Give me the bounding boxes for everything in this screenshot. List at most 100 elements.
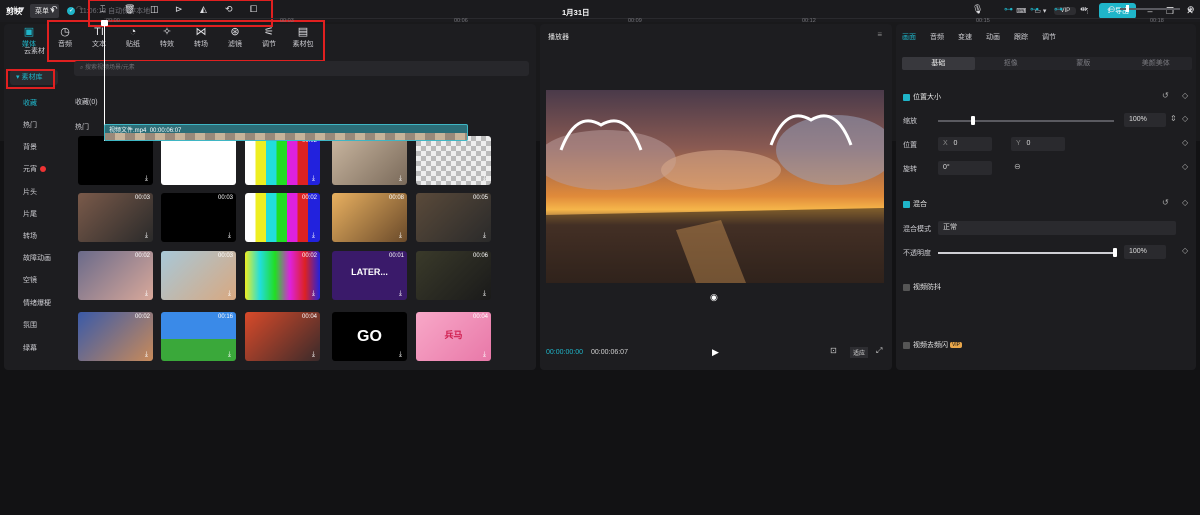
keyframe-icon[interactable]: ◇ [1182,198,1188,207]
download-icon[interactable]: ⤓ [312,290,315,298]
media-thumbnail[interactable]: 00:03 ⤓ [161,251,236,300]
sidebar-item-glitch[interactable]: 故障动画 [4,253,64,263]
keyframe-icon[interactable]: ◇ [1182,246,1188,255]
sidebar-item-empty-shot[interactable]: 空镜 [4,275,64,285]
media-thumbnail[interactable]: 00:02 ⤓ [245,193,320,242]
subtab-cutout[interactable]: 抠像 [975,57,1048,70]
zoom-in-icon[interactable]: ⊕ [1187,4,1195,15]
y-input[interactable]: Y 0 [1011,137,1065,151]
download-icon[interactable]: ⤓ [228,175,231,183]
search-input[interactable]: ⌕ 搜索视频场景/元素 [74,61,529,76]
time-ruler[interactable]: 00:00 00:03 00:06 00:09 00:12 00:15 00:18 [104,18,1200,28]
zoom-slider[interactable] [1120,8,1180,10]
fit-icon[interactable]: ⊡ [830,346,837,355]
select-cursor-icon[interactable]: ⮰ ▾ [10,4,24,15]
keyframe-icon[interactable]: ◇ [1182,114,1188,123]
media-thumbnail[interactable]: ⤓ [416,136,491,185]
download-icon[interactable]: ⤓ [483,290,486,298]
scale-value[interactable]: 100% [1124,113,1166,127]
zoom-out-icon[interactable]: ⊖ [1108,4,1116,15]
stepper-icon[interactable]: ⇕ [1170,114,1177,123]
keyframe-icon[interactable]: ◇ [1182,162,1188,171]
tab-adjust-props[interactable]: 调节 [1042,32,1056,42]
download-icon[interactable]: ⤓ [145,290,148,298]
blend-section[interactable]: 混合 [903,199,927,209]
link-audio-icon[interactable]: ⊶ [1030,4,1039,15]
ratio-button[interactable]: 适应 [850,347,869,358]
stabilize-section[interactable]: 视频防抖 [903,282,941,292]
media-thumbnail[interactable]: 00:03 ⤓ [78,193,153,242]
scale-knob[interactable] [971,116,975,125]
preview-axis-icon[interactable]: ⇹ [1080,4,1088,15]
tab-tracking[interactable]: 跟踪 [1014,32,1028,42]
media-thumbnail[interactable]: 00:06 ⤓ [416,251,491,300]
sidebar-item-favorites[interactable]: 收藏 [4,98,64,108]
download-icon[interactable]: ⤓ [483,232,486,240]
download-icon[interactable]: ⤓ [145,351,148,359]
media-thumbnail[interactable]: ⤓ [161,136,236,185]
position-size-section[interactable]: 位置大小 [903,92,941,102]
media-thumbnail[interactable]: 00:01 LATER... ⤓ [332,251,407,300]
media-thumbnail[interactable]: 00:02 ⤓ [245,251,320,300]
media-thumbnail[interactable]: 00:04 ⤓ [245,312,320,361]
download-icon[interactable]: ⤓ [312,351,315,359]
media-thumbnail[interactable]: GO ⤓ [332,312,407,361]
media-thumbnail[interactable]: 00:02 ⤓ [78,251,153,300]
download-icon[interactable]: ⤓ [228,232,231,240]
playhead-handle[interactable] [101,20,108,26]
subtab-mask[interactable]: 蒙版 [1047,57,1120,70]
download-icon[interactable]: ⤓ [483,175,486,183]
tab-animation[interactable]: 动画 [986,32,1000,42]
media-thumbnail[interactable]: 00:03 ⤓ [161,193,236,242]
sidebar-item-lantern[interactable]: 元宵 [4,164,64,174]
snap-icon[interactable]: ⊶ [1054,4,1063,15]
tab-picture[interactable]: 画面 [902,32,916,42]
download-icon[interactable]: ⤓ [228,351,231,359]
sidebar-item-background[interactable]: 背景 [4,142,64,152]
zoom-knob[interactable] [1126,5,1129,12]
menu-icon[interactable]: ≡ [877,30,882,39]
sidebar-item-hot[interactable]: 热门 [4,120,64,130]
subtab-basic[interactable]: 基础 [902,57,975,70]
microphone-icon[interactable]: 🎙 [972,4,983,15]
sidebar-item-greenscreen[interactable]: 绿幕 [4,343,64,353]
link-main-icon[interactable]: ⊶ [1004,4,1013,15]
play-button[interactable]: ▶ [712,347,719,358]
opacity-knob[interactable] [1113,248,1117,257]
download-icon[interactable]: ⤓ [312,175,315,183]
download-icon[interactable]: ⤓ [145,175,148,183]
sidebar-item-ambience[interactable]: 氛围 [4,320,64,330]
download-icon[interactable]: ⤓ [483,351,486,359]
sidebar-item-meme[interactable]: 情绪爆梗 [4,298,64,308]
download-icon[interactable]: ⤓ [145,232,148,240]
media-thumbnail[interactable]: 00:05 ⤓ [416,193,491,242]
tab-speed[interactable]: 变速 [958,32,972,42]
media-thumbnail[interactable]: 00:08 ⤓ [332,193,407,242]
playhead[interactable] [104,20,105,141]
media-thumbnail[interactable]: ⤓ [78,136,153,185]
download-icon[interactable]: ⤓ [399,290,402,298]
download-icon[interactable]: ⤓ [399,232,402,240]
video-preview[interactable] [546,90,884,283]
media-thumbnail[interactable]: ⤓ [332,136,407,185]
tab-audio-props[interactable]: 音频 [930,32,944,42]
opacity-value[interactable]: 100% [1124,245,1166,259]
media-thumbnail[interactable]: 00:02 ⤓ [78,312,153,361]
rotate-input[interactable]: 0° [938,161,992,175]
media-thumbnail[interactable]: 00:04 兵马 ⤓ [416,312,491,361]
rotate-dial-icon[interactable]: ⊖ [1014,162,1021,171]
download-icon[interactable]: ⤓ [312,232,315,240]
download-icon[interactable]: ⤓ [399,175,402,183]
undo-icon[interactable]: ↶ [50,4,58,15]
sidebar-item-intro[interactable]: 片头 [4,187,64,197]
media-thumbnail[interactable]: 00:02 ⤓ [245,136,320,185]
opacity-slider[interactable] [938,252,1114,254]
sidebar-item-outro[interactable]: 片尾 [4,209,64,219]
reset-icon[interactable]: ↺ [1162,198,1169,207]
media-thumbnail[interactable]: 00:16 ⤓ [161,312,236,361]
scale-slider[interactable] [938,120,1114,122]
keyframe-icon[interactable]: ◇ [1182,91,1188,100]
download-icon[interactable]: ⤓ [399,351,402,359]
x-input[interactable]: X 0 [938,137,992,151]
rotate-handle-icon[interactable]: ◉ [710,292,718,303]
